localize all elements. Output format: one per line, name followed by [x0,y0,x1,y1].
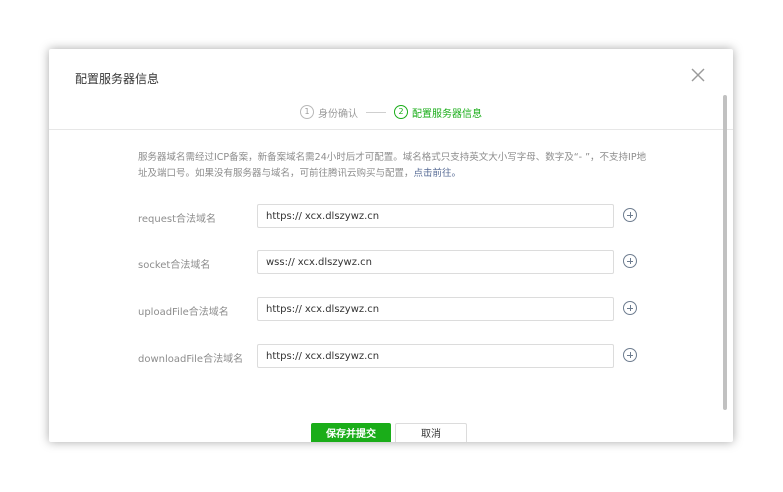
protocol-prefix: wss:// [266,256,295,268]
step-label: 配置服务器信息 [412,108,482,120]
notice-text: 服务器域名需经过ICP备案，新备案域名需24小时后才可配置。域名格式只支持英文大… [138,152,647,179]
notice-link[interactable]: 点击前往。 [414,168,462,179]
socket-domain-input[interactable]: wss:// xcx.dlszywz.cn [257,250,614,274]
protocol-prefix: https:// [266,303,302,315]
domain-value: xcx.dlszywz.cn [304,210,380,222]
cancel-button[interactable]: 取消 [395,423,467,442]
downloadfile-domain-input[interactable]: https:// xcx.dlszywz.cn [257,344,614,368]
uploadfile-domain-input[interactable]: https:// xcx.dlszywz.cn [257,297,614,321]
step-label: 身份确认 [318,108,358,120]
request-domain-row: request合法域名 https:// xcx.dlszywz.cn [49,204,733,230]
add-socket-domain-icon[interactable] [623,254,637,268]
server-config-dialog: 配置服务器信息 1 身份确认 2 配置服务器信息 服务器域名需经过ICP备案，新… [49,49,733,442]
uploadfile-domain-label: uploadFile合法域名 [138,307,229,318]
domain-value: xcx.dlszywz.cn [304,303,380,315]
scrollbar[interactable] [723,95,727,410]
downloadfile-domain-row: downloadFile合法域名 https:// xcx.dlszywz.cn [49,344,733,370]
add-request-domain-icon[interactable] [623,208,637,222]
request-domain-label: request合法域名 [138,214,217,225]
domain-notice: 服务器域名需经过ICP备案，新备案域名需24小时后才可配置。域名格式只支持英文大… [138,150,648,182]
save-submit-button[interactable]: 保存并提交 [311,423,391,442]
add-uploadfile-domain-icon[interactable] [623,301,637,315]
step-identity-confirm: 1 身份确认 [300,105,358,120]
dialog-footer: 保存并提交 取消 [49,423,733,442]
downloadfile-domain-label: downloadFile合法域名 [138,354,244,365]
step-number: 1 [300,105,314,119]
dialog-title: 配置服务器信息 [75,72,160,86]
step-number: 2 [394,105,408,119]
protocol-prefix: https:// [266,210,302,222]
uploadfile-domain-row: uploadFile合法域名 https:// xcx.dlszywz.cn [49,297,733,323]
step-connector [366,111,386,113]
socket-domain-row: socket合法域名 wss:// xcx.dlszywz.cn [49,250,733,276]
add-downloadfile-domain-icon[interactable] [623,348,637,362]
close-icon[interactable] [689,66,707,84]
domain-value: xcx.dlszywz.cn [297,256,373,268]
stepper: 1 身份确认 2 配置服务器信息 [49,103,733,121]
domain-value: xcx.dlszywz.cn [304,350,380,362]
socket-domain-label: socket合法域名 [138,260,211,271]
request-domain-input[interactable]: https:// xcx.dlszywz.cn [257,204,614,228]
header-divider [49,129,733,130]
protocol-prefix: https:// [266,350,302,362]
step-server-config: 2 配置服务器信息 [394,105,482,120]
